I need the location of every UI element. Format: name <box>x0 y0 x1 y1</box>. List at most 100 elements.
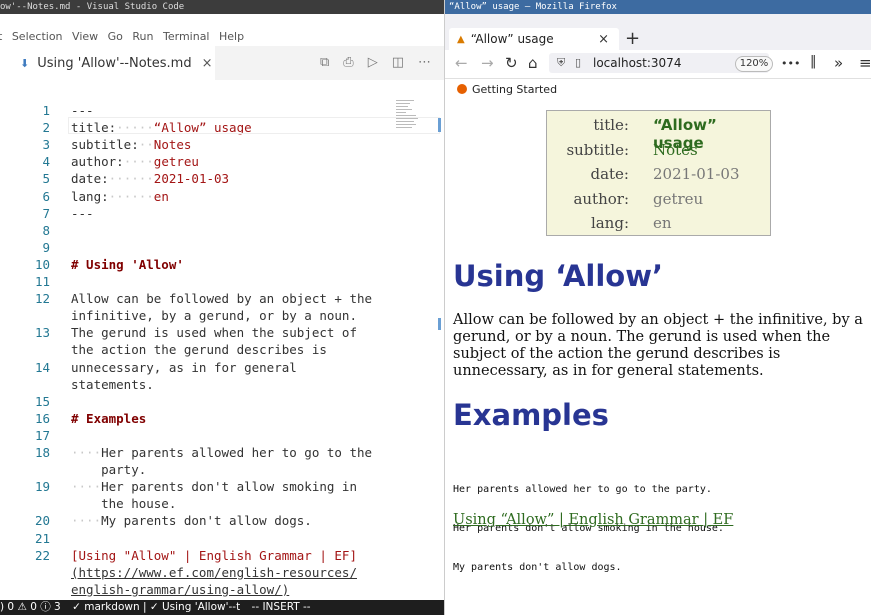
editor-line[interactable]: the action the gerund describes is <box>0 342 430 359</box>
token: ···· <box>71 479 102 495</box>
menu-item-run[interactable]: Run <box>132 30 153 43</box>
line-number: 22 <box>34 547 50 563</box>
editor-line[interactable]: statements. <box>0 377 430 394</box>
browser-tab-bar: ▲ “Allow” usage × + <box>445 14 871 50</box>
overflow-icon[interactable]: » <box>834 54 843 72</box>
token: party. <box>71 462 147 478</box>
editor-line[interactable]: the house. <box>0 496 430 513</box>
metadata-row: title: “Allow” usage <box>547 116 772 152</box>
run-icon[interactable]: ▷ <box>368 55 378 70</box>
line-text: --- <box>71 103 94 118</box>
token: getreu <box>153 154 199 170</box>
line-number: 3 <box>42 137 50 153</box>
menu-item-selection[interactable]: Selection <box>12 30 63 43</box>
code-editor[interactable]: 1 --- 2 title:·····“Allow” usage 3 subtitle:·… <box>0 98 430 600</box>
vscode-window: ow'--Notes.md - Visual Studio Code t Sel… <box>0 0 445 615</box>
editor-line[interactable]: 10 # Using 'Allow' <box>0 257 430 274</box>
line-number: 11 <box>34 274 50 289</box>
page-actions-icon[interactable]: ••• <box>781 57 800 70</box>
editor-line[interactable]: 22 [Using "Allow" | English Grammar | EF] <box>0 548 430 565</box>
close-icon[interactable]: × <box>202 56 213 71</box>
reference-link[interactable]: Using “Allow” | English Grammar | EF <box>453 512 733 528</box>
line-number: 9 <box>42 239 50 255</box>
token: ·· <box>138 137 154 153</box>
more-icon[interactable]: ⋯ <box>418 55 431 70</box>
editor-line[interactable]: 8 <box>0 223 430 240</box>
heading-examples: Examples <box>453 398 609 432</box>
editor-line[interactable]: 11 <box>0 274 430 291</box>
back-icon[interactable]: ← <box>455 54 468 72</box>
line-text: ····Her parents don't allow smoking in <box>71 479 357 494</box>
home-icon[interactable]: ⌂ <box>528 54 538 72</box>
editor-line[interactable]: infinitive, by a gerund, or by a noun. <box>0 308 430 325</box>
editor-line[interactable]: 13 The gerund is used when the subject of <box>0 325 430 342</box>
menu-item-go[interactable]: Go <box>108 30 123 43</box>
new-tab-button[interactable]: + <box>625 28 640 49</box>
close-icon[interactable]: × <box>598 32 609 47</box>
line-text: # Examples <box>71 411 146 426</box>
line-number: 7 <box>42 205 50 221</box>
editor-line[interactable]: 19 ····Her parents don't allow smoking in <box>0 479 430 496</box>
menu-icon[interactable]: ≡ <box>859 54 871 72</box>
line-text: party. <box>71 462 146 477</box>
shield-icon[interactable]: ⛨ <box>557 53 565 73</box>
editor-line[interactable]: 3 subtitle:··Notes <box>0 137 430 154</box>
line-number: 6 <box>42 188 50 204</box>
forward-icon[interactable]: → <box>481 54 494 72</box>
problems-status[interactable]: ) 0 ⚠ 0 ⓘ 3 <box>0 601 61 613</box>
editor-line[interactable]: 7 --- <box>0 206 430 223</box>
menu-bar: t Selection View Go Run Terminal Help <box>0 30 444 46</box>
editor-line[interactable]: 21 <box>0 531 430 548</box>
editor-line[interactable]: 6 lang:······en <box>0 189 430 206</box>
editor-line[interactable]: 20 ····My parents don't allow dogs. <box>0 513 430 530</box>
open-preview-side-icon[interactable]: ⧉ <box>320 55 329 70</box>
line-text: subtitle:··Notes <box>71 137 191 152</box>
editor-line[interactable]: (https://www.ef.com/english-resources/ <box>0 565 430 582</box>
editor-line[interactable]: 16 # Examples <box>0 411 430 428</box>
editor-tab[interactable]: ⬇ Using 'Allow'--Notes.md × <box>0 46 215 80</box>
line-number: 15 <box>34 393 50 409</box>
minimap[interactable] <box>396 98 426 148</box>
browser-tab[interactable]: ▲ “Allow” usage × <box>449 28 619 50</box>
url-text: localhost:3074 <box>593 56 682 70</box>
firefox-icon <box>457 84 467 94</box>
editor-line[interactable]: 9 <box>0 240 430 257</box>
menu-item-terminal[interactable]: Terminal <box>163 30 210 43</box>
editor-line[interactable]: 17 <box>0 428 430 445</box>
token: Allow can be followed by an object + the <box>71 291 373 307</box>
line-number: 2 <box>42 120 50 136</box>
line-number: 5 <box>42 171 50 187</box>
editor-line[interactable]: 14 unnecessary, as in for general <box>0 360 430 377</box>
browser-tab-label: “Allow” usage <box>470 32 554 46</box>
editor-line[interactable]: 5 date:······2021-01-03 <box>0 171 430 188</box>
token: Her parents allowed her to go to the <box>101 445 373 460</box>
token: author: <box>71 154 124 170</box>
editor-line[interactable]: 18 ····Her parents allowed her to go to t… <box>0 445 430 462</box>
editor-line[interactable]: english-grammar/using-allow/) <box>0 582 430 599</box>
line-number: 21 <box>34 530 50 546</box>
metadata-key: lang: <box>590 214 629 232</box>
print-icon[interactable]: ⎙ <box>343 55 353 70</box>
editor-line[interactable]: 12 Allow can be followed by an object + t… <box>0 291 430 308</box>
code-block: Her parents allowed her to go to the par… <box>453 457 724 600</box>
token: # Examples <box>71 410 147 426</box>
line-text: lang:······en <box>71 189 169 204</box>
editor-line[interactable]: 15 <box>0 394 430 411</box>
split-editor-icon[interactable]: ◫ <box>392 55 404 70</box>
language-status[interactable]: ✓ markdown | ✓ Using 'Allow'--t <box>72 601 240 613</box>
token: --- <box>71 205 94 221</box>
editor-line[interactable]: party. <box>0 462 430 479</box>
line-text: the house. <box>71 496 176 511</box>
menu-item-help[interactable]: Help <box>219 30 244 43</box>
reload-icon[interactable]: ↻ <box>505 54 518 72</box>
metadata-key: author: <box>573 189 629 208</box>
zoom-badge[interactable]: 120% <box>735 56 773 72</box>
bookmark-getting-started[interactable]: Getting Started <box>472 83 557 96</box>
menu-item-view[interactable]: View <box>72 30 98 43</box>
menu-item-truncated[interactable]: t <box>0 30 2 43</box>
line-number: 18 <box>34 445 50 460</box>
library-icon[interactable]: ‖ <box>810 54 817 69</box>
line-text: english-grammar/using-allow/) <box>71 582 289 597</box>
window-title: ow'--Notes.md - Visual Studio Code <box>0 0 444 14</box>
editor-line[interactable]: 4 author:····getreu <box>0 154 430 171</box>
